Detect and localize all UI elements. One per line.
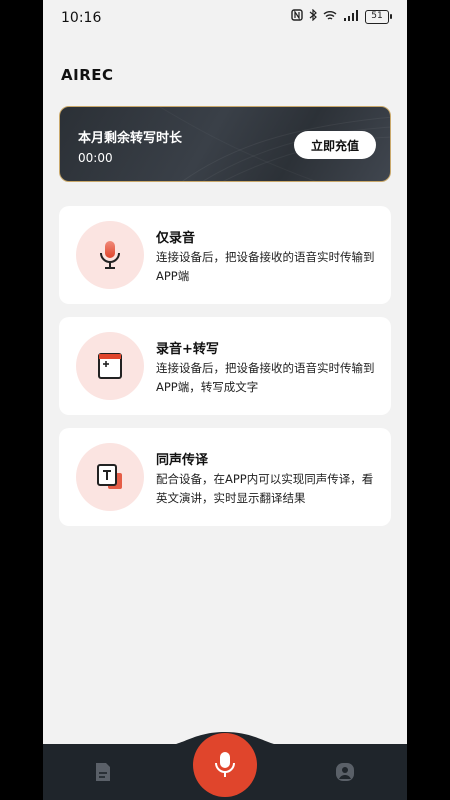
app-screen: 10:16 51 AIREC 本月剩余转写时长 00:00 立即充值 仅录音 连…: [43, 0, 407, 800]
document-add-icon: [98, 353, 122, 379]
feature-card-record-transcribe[interactable]: 录音+转写 连接设备后，把设备接收的语音实时传输到APP端，转写成文字: [59, 317, 391, 415]
feature-title: 同声传译: [156, 453, 209, 468]
status-bar: 10:16 51: [43, 0, 407, 36]
microphone-icon: [100, 241, 120, 269]
bluetooth-icon: [309, 8, 317, 24]
balance-card: 本月剩余转写时长 00:00 立即充值: [59, 106, 391, 182]
nav-profile-button[interactable]: [333, 760, 357, 784]
nfc-icon: [291, 9, 303, 24]
balance-value: 00:00: [78, 151, 113, 165]
battery-level: 51: [371, 11, 383, 21]
balance-title: 本月剩余转写时长: [78, 131, 183, 146]
record-fab-button[interactable]: [193, 733, 257, 797]
feature-description: 配合设备，在APP内可以实现同声传译，看英文演讲，实时显示翻译结果: [156, 472, 374, 505]
microphone-icon: [215, 752, 235, 777]
battery-icon: 51: [365, 9, 392, 24]
signal-icon: [343, 9, 359, 24]
feature-card-record-only[interactable]: 仅录音 连接设备后，把设备接收的语音实时传输到APP端: [59, 206, 391, 304]
feature-icon-bg: [76, 332, 144, 400]
status-time: 10:16: [61, 10, 102, 26]
feature-description: 连接设备后，把设备接收的语音实时传输到APP端，转写成文字: [156, 361, 375, 394]
feature-title: 录音+转写: [156, 342, 219, 357]
feature-icon-bg: [76, 443, 144, 511]
profile-icon: [336, 763, 354, 781]
app-title: AIREC: [61, 66, 114, 84]
recharge-button[interactable]: 立即充值: [294, 131, 376, 159]
file-icon: [96, 763, 110, 781]
nav-files-button[interactable]: [91, 760, 115, 784]
feature-title: 仅录音: [156, 231, 196, 246]
wifi-icon: [323, 10, 337, 24]
feature-icon-bg: [76, 221, 144, 289]
feature-card-simultaneous-interpretation[interactable]: 同声传译 配合设备，在APP内可以实现同声传译，看英文演讲，实时显示翻译结果: [59, 428, 391, 526]
status-icons: 51: [291, 8, 392, 24]
feature-description: 连接设备后，把设备接收的语音实时传输到APP端: [156, 250, 375, 283]
translate-icon: [97, 464, 122, 489]
